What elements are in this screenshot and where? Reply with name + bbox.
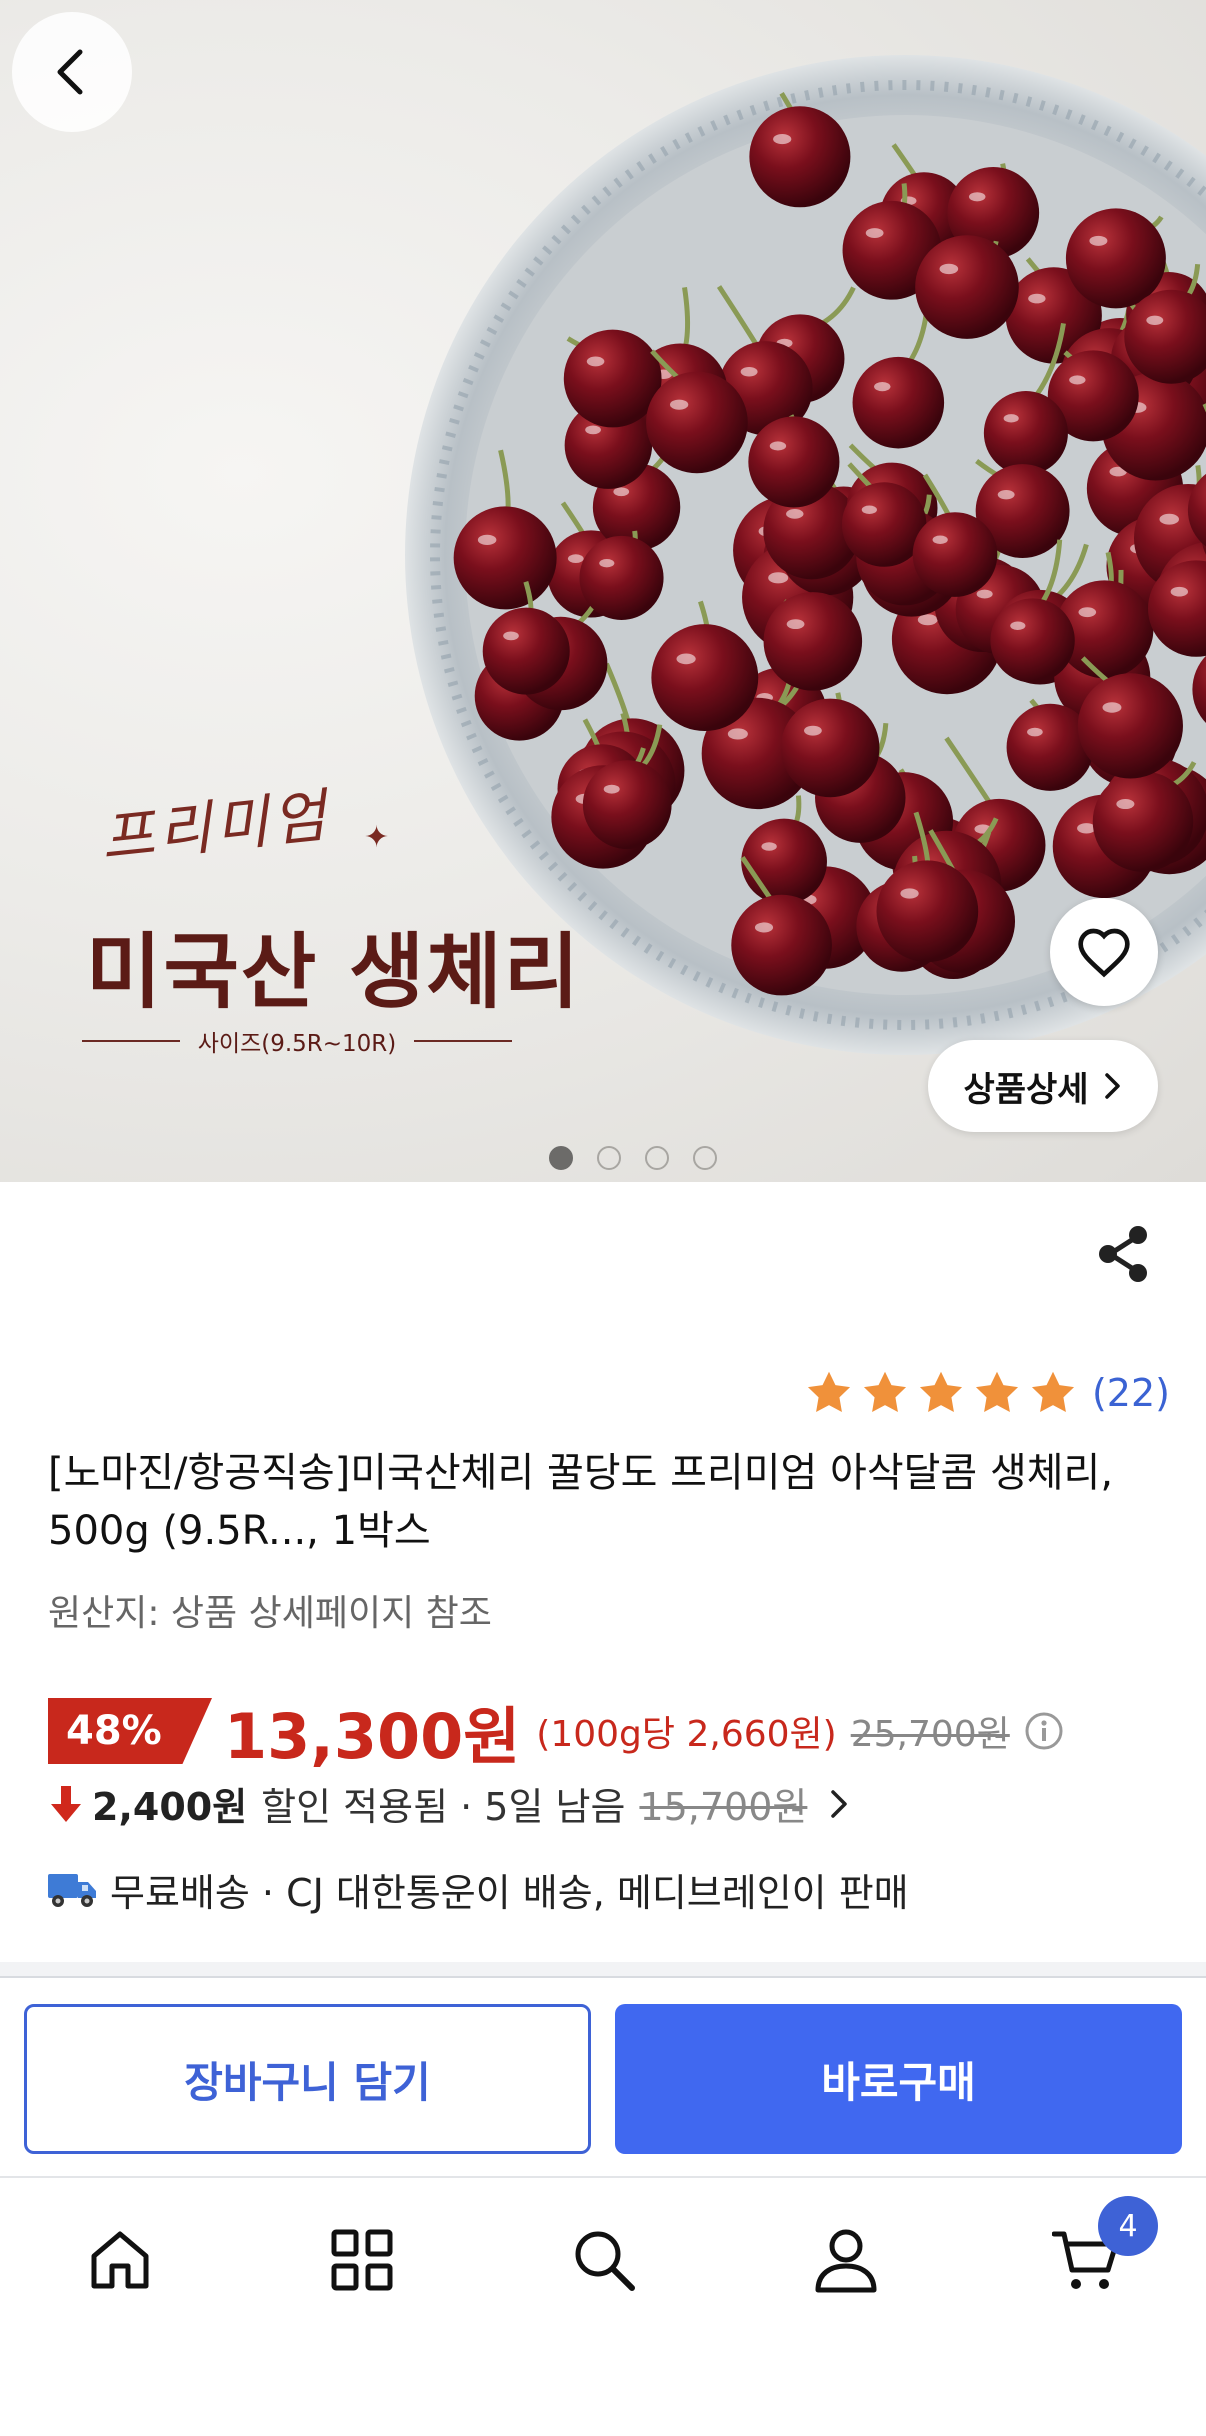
discount-badge: 48% — [48, 1698, 212, 1764]
bottom-navigation — [0, 2180, 1206, 2436]
share-button[interactable] — [1092, 1222, 1156, 1286]
promo-size: 사이즈(9.5R~10R) — [82, 1024, 513, 1058]
add-to-cart-button[interactable]: 장바구니 담기 — [24, 2004, 591, 2154]
cart-count-badge: 4 — [1098, 2196, 1158, 2256]
carousel-dot[interactable] — [693, 1146, 717, 1170]
coupon-amount: 2,400원 — [92, 1785, 248, 1829]
star-icon — [863, 1371, 907, 1412]
truck-icon — [48, 1873, 96, 1907]
origin-text: 원산지: 상품 상세페이지 참조 — [48, 1593, 492, 1634]
promo-size-text: 사이즈(9.5R~10R) — [197, 1031, 397, 1057]
shipping-text: 무료배송 · CJ 대한통운이 배송, 메디브레인이 판매 — [110, 1871, 909, 1915]
star-icon — [919, 1371, 963, 1412]
star-icon — [1031, 1371, 1075, 1412]
promo-title: 미국산 생체리 — [86, 924, 582, 1020]
buy-now-button[interactable]: 바로구매 — [615, 2004, 1182, 2154]
chevron-right-icon — [1104, 1073, 1120, 1099]
nav-my-page[interactable] — [806, 2220, 886, 2300]
share-icon — [1099, 1226, 1147, 1282]
purchase-action-bar: 장바구니 담기 바로구매 — [0, 1980, 1206, 2178]
sparkle-icon: ✦ — [364, 820, 390, 855]
chevron-left-icon — [57, 49, 83, 95]
back-button[interactable] — [12, 12, 132, 132]
arrow-down-icon — [51, 1785, 81, 1822]
rating[interactable]: (22) — [804, 1368, 1170, 1418]
nav-home[interactable] — [80, 2220, 160, 2300]
section-divider — [0, 1962, 1206, 1978]
home-icon — [91, 2231, 149, 2289]
chevron-right-icon — [831, 1789, 848, 1818]
carousel-dot[interactable] — [549, 1146, 573, 1170]
review-count[interactable]: (22) — [1092, 1371, 1170, 1415]
product-detail-label: 상품상세 — [963, 1069, 1089, 1110]
nav-categories[interactable] — [322, 2220, 402, 2300]
categories-icon — [331, 2229, 393, 2291]
star-icon — [975, 1371, 1019, 1412]
product-title: [노마진/항공직송]미국산체리 꿀당도 프리미엄 아삭달콤 생체리, 500g … — [48, 1450, 1114, 1554]
coupon-text: 할인 적용됨 · 5일 남음 — [261, 1785, 626, 1829]
carousel-dot[interactable] — [645, 1146, 669, 1170]
coupon-row[interactable]: 2,400원 할인 적용됨 · 5일 남음 15,700원 — [48, 1776, 853, 1831]
heart-icon — [1078, 928, 1130, 978]
original-price: 25,700원 — [850, 1714, 1010, 1755]
nav-search[interactable] — [564, 2220, 644, 2300]
price-row: 48% 13,300원 (100g당 2,660원) 25,700원 — [48, 1686, 1064, 1776]
carousel-indicator — [0, 1146, 1206, 1170]
wishlist-button[interactable] — [1050, 898, 1158, 1006]
shipping-row: 무료배송 · CJ 대한통운이 배송, 메디브레인이 판매 — [46, 1862, 909, 1917]
search-icon — [575, 2231, 635, 2291]
sale-price: 13,300원 — [224, 1700, 521, 1773]
product-detail-button[interactable]: 상품상세 — [928, 1040, 1158, 1132]
my-page-icon — [815, 2229, 877, 2293]
info-icon[interactable] — [1024, 1711, 1064, 1751]
product-image-carousel[interactable]: 프리미엄 ✦ 미국산 생체리 사이즈(9.5R~10R) 상품상세 — [0, 0, 1206, 1182]
unit-price: (100g당 2,660원) — [536, 1714, 837, 1755]
carousel-dot[interactable] — [597, 1146, 621, 1170]
star-icon — [807, 1371, 851, 1412]
coupon-old-price: 15,700원 — [639, 1785, 808, 1829]
